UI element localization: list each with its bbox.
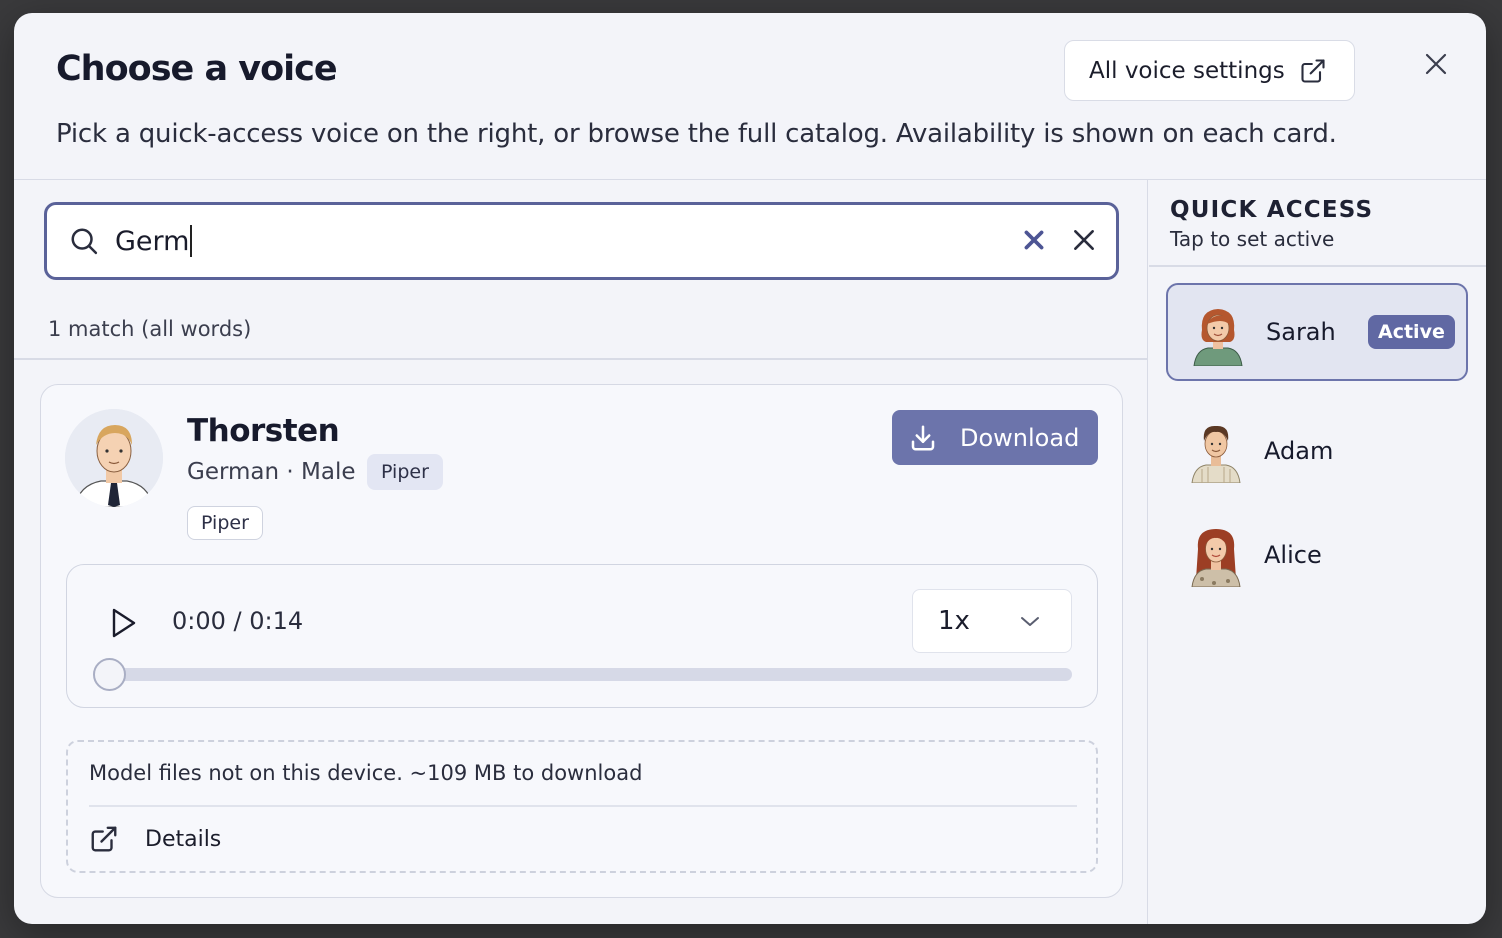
active-badge: Active <box>1368 315 1455 349</box>
search-icon <box>69 226 99 256</box>
seek-slider-thumb[interactable] <box>93 658 126 691</box>
voice-card: Thorsten German · Male Piper Piper Downl… <box>40 384 1123 898</box>
play-icon[interactable] <box>107 605 139 641</box>
avatar <box>1190 302 1246 367</box>
dialog-title: Choose a voice <box>56 49 338 89</box>
details-link[interactable]: Details <box>89 824 221 854</box>
dialog-header: Choose a voice Pick a quick-access voice… <box>14 13 1486 180</box>
quick-access-item-sarah[interactable]: Sarah Active <box>1166 283 1468 381</box>
voice-catalog-pane: Germ 1 match (all words) Thorsten German… <box>14 180 1148 924</box>
avatar <box>65 409 163 507</box>
quick-access-item-alice[interactable]: Alice <box>1166 506 1468 604</box>
download-icon <box>908 423 938 453</box>
chevron-down-icon <box>1019 612 1041 630</box>
engine-tag: Piper <box>367 454 443 490</box>
quick-access-name: Sarah <box>1266 318 1336 346</box>
download-button[interactable]: Download <box>892 410 1098 465</box>
close-x-icon[interactable] <box>1071 227 1099 255</box>
model-status-text: Model files not on this device. ~109 MB … <box>89 761 643 785</box>
divider <box>89 805 1077 807</box>
dialog-subtitle: Pick a quick-access voice on the right, … <box>56 119 1337 149</box>
search-input[interactable]: Germ <box>115 221 193 261</box>
details-link-label: Details <box>145 826 222 852</box>
close-dialog-button[interactable] <box>1416 47 1456 81</box>
voice-name: Thorsten <box>187 413 340 449</box>
voice-tag: Piper <box>187 506 263 540</box>
external-link-icon <box>1299 57 1327 85</box>
external-link-icon <box>89 824 119 854</box>
quick-access-item-adam[interactable]: Adam <box>1166 402 1468 500</box>
avatar <box>1188 523 1244 588</box>
all-voice-settings-button[interactable]: All voice settings <box>1064 40 1355 101</box>
quick-access-title: QUICK ACCESS <box>1170 197 1374 223</box>
search-input-value: Germ <box>115 225 190 257</box>
close-icon <box>1424 52 1448 76</box>
divider <box>1149 265 1486 267</box>
divider <box>14 358 1148 360</box>
seek-slider[interactable] <box>93 658 1072 691</box>
voice-language-gender: German · Male <box>187 459 356 485</box>
quick-access-pane: QUICK ACCESS Tap to set active Sarah Act… <box>1149 180 1486 924</box>
text-caret <box>190 225 193 257</box>
clear-x-icon[interactable] <box>1021 227 1049 255</box>
playback-speed-select[interactable]: 1x <box>912 589 1072 653</box>
download-info-box: Model files not on this device. ~109 MB … <box>66 740 1098 873</box>
choose-voice-dialog: Choose a voice Pick a quick-access voice… <box>14 13 1486 924</box>
settings-button-label: All voice settings <box>1089 57 1285 84</box>
quick-access-name: Adam <box>1264 437 1334 465</box>
quick-access-subtitle: Tap to set active <box>1170 227 1335 251</box>
download-button-label: Download <box>960 423 1080 452</box>
avatar <box>1188 419 1244 484</box>
playback-time: 0:00 / 0:14 <box>172 607 304 635</box>
voice-search-box[interactable]: Germ <box>44 202 1119 280</box>
playback-speed-value: 1x <box>938 606 970 636</box>
audio-preview-player: 0:00 / 0:14 1x <box>66 564 1098 708</box>
search-match-count: 1 match (all words) <box>48 317 252 341</box>
quick-access-name: Alice <box>1264 541 1322 569</box>
